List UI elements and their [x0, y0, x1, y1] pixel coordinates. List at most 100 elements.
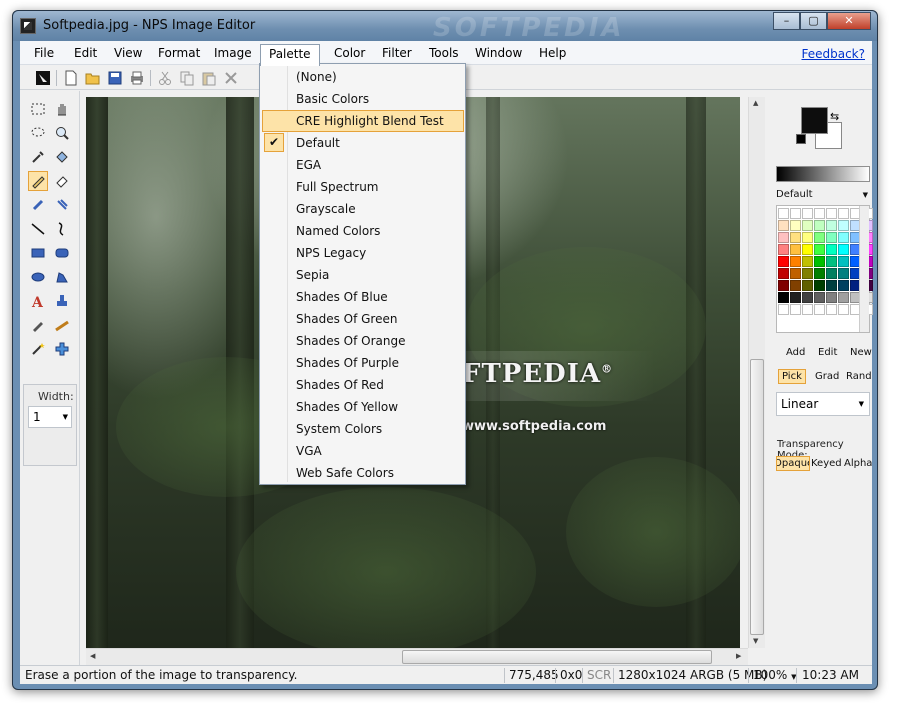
palette-menu-item[interactable]: Named Colors [262, 220, 464, 242]
scroll-right-icon[interactable]: ▶ [736, 652, 741, 660]
pen-icon[interactable] [28, 315, 48, 335]
gradient-preview[interactable] [776, 166, 870, 182]
scroll-left-icon[interactable]: ◀ [90, 652, 95, 660]
palette-swatch[interactable] [826, 208, 837, 219]
palette-swatch[interactable] [802, 292, 813, 303]
keyed-button[interactable]: Keyed [811, 458, 842, 469]
palette-swatch[interactable] [802, 304, 813, 315]
title-bar[interactable]: Softpedia.jpg - NPS Image Editor SOFTPED… [13, 11, 877, 43]
freeform-shape-icon[interactable] [52, 267, 72, 287]
palette-menu-item[interactable]: EGA [262, 154, 464, 176]
palette-swatch[interactable] [838, 304, 849, 315]
palette-swatch[interactable] [814, 304, 825, 315]
palette-swatch[interactable] [802, 208, 813, 219]
open-folder-icon[interactable] [84, 69, 102, 87]
palette-swatch[interactable] [838, 268, 849, 279]
reset-colors-icon[interactable] [796, 134, 806, 144]
palette-swatch[interactable] [826, 220, 837, 231]
smudge-icon[interactable] [52, 315, 72, 335]
pencil-icon[interactable] [28, 171, 48, 191]
palette-swatch[interactable] [802, 280, 813, 291]
opaque-button[interactable]: Opaque [776, 456, 810, 471]
palette-swatch[interactable] [826, 232, 837, 243]
palette-swatch[interactable] [826, 268, 837, 279]
brush-icon[interactable] [28, 195, 48, 215]
palette-swatch[interactable] [790, 304, 801, 315]
lasso-select-icon[interactable] [28, 123, 48, 143]
palette-swatch[interactable] [778, 268, 789, 279]
cut-icon[interactable] [156, 69, 174, 87]
fill-bucket-icon[interactable] [52, 147, 72, 167]
palette-swatch[interactable] [838, 208, 849, 219]
palette-menu-item[interactable]: System Colors [262, 418, 464, 440]
palette-swatch[interactable] [814, 232, 825, 243]
copy-icon[interactable] [178, 69, 196, 87]
palette-swatch[interactable] [802, 256, 813, 267]
palette-scrollbar[interactable] [859, 206, 869, 332]
palette-swatch[interactable] [802, 220, 813, 231]
palette-menu-item[interactable]: Shades Of Purple [262, 352, 464, 374]
rectangle-icon[interactable] [28, 243, 48, 263]
close-button[interactable]: ✕ [827, 12, 871, 30]
palette-swatch[interactable] [802, 232, 813, 243]
text-tool-icon[interactable]: A [28, 291, 48, 311]
menu-image[interactable]: Image [206, 44, 260, 63]
palette-swatch[interactable] [814, 268, 825, 279]
rand-mode-button[interactable]: Rand [846, 371, 872, 382]
palette-menu-item[interactable]: (None) [262, 66, 464, 88]
palette-swatch[interactable] [826, 280, 837, 291]
palette-swatch[interactable] [838, 280, 849, 291]
palette-menu-item[interactable]: VGA [262, 440, 464, 462]
pan-hand-icon[interactable] [52, 99, 72, 119]
palette-swatch[interactable] [814, 208, 825, 219]
palette-select[interactable]: Default ▼ [776, 189, 870, 204]
clone-stamp-icon[interactable] [52, 195, 72, 215]
palette-menu-item[interactable]: Web Safe Colors [262, 462, 464, 484]
new-file-icon[interactable] [62, 69, 80, 87]
palette-swatch[interactable] [826, 292, 837, 303]
palette-swatch[interactable] [814, 244, 825, 255]
palette-swatch[interactable] [778, 256, 789, 267]
move-icon[interactable] [52, 339, 72, 359]
palette-menu-item[interactable]: Shades Of Yellow [262, 396, 464, 418]
vertical-scroll-thumb[interactable] [750, 359, 764, 635]
palette-add-button[interactable]: Add [786, 347, 805, 358]
print-icon[interactable] [128, 69, 146, 87]
ellipse-icon[interactable] [28, 267, 48, 287]
zoom-level[interactable]: 100% ▼ [753, 668, 797, 682]
palette-menu-item[interactable]: Shades Of Blue [262, 286, 464, 308]
width-select[interactable]: 1 ▼ [28, 406, 72, 428]
palette-swatch[interactable] [790, 220, 801, 231]
palette-swatch[interactable] [778, 232, 789, 243]
palette-edit-button[interactable]: Edit [818, 347, 837, 358]
delete-icon[interactable] [222, 69, 240, 87]
menu-format[interactable]: Format [150, 44, 208, 63]
palette-swatch[interactable] [838, 232, 849, 243]
palette-menu-item[interactable]: CRE Highlight Blend Test [262, 110, 464, 132]
palette-swatch[interactable] [838, 244, 849, 255]
palette-swatch[interactable] [838, 220, 849, 231]
rounded-rect-icon[interactable] [52, 243, 72, 263]
palette-swatch[interactable] [790, 244, 801, 255]
menu-color[interactable]: Color [326, 44, 373, 63]
magic-wand-icon[interactable] [28, 339, 48, 359]
feedback-link[interactable]: Feedback? [801, 47, 865, 61]
palette-swatch[interactable] [790, 280, 801, 291]
palette-menu-item[interactable]: Basic Colors [262, 88, 464, 110]
menu-view[interactable]: View [106, 44, 150, 63]
palette-menu-item[interactable]: Full Spectrum [262, 176, 464, 198]
palette-swatch[interactable] [790, 292, 801, 303]
menu-edit[interactable]: Edit [66, 44, 105, 63]
app-logo-icon[interactable] [34, 69, 52, 87]
menu-filter[interactable]: Filter [374, 44, 420, 63]
line-icon[interactable] [28, 219, 48, 239]
palette-swatch[interactable] [826, 244, 837, 255]
grad-mode-button[interactable]: Grad [815, 371, 839, 382]
palette-menu-item[interactable]: Shades Of Orange [262, 330, 464, 352]
palette-swatch[interactable] [778, 304, 789, 315]
swap-colors-icon[interactable]: ⇆ [830, 110, 839, 123]
palette-swatch[interactable] [814, 256, 825, 267]
stamp-icon[interactable] [52, 291, 72, 311]
palette-swatch[interactable] [778, 220, 789, 231]
foreground-color-swatch[interactable] [801, 107, 828, 134]
